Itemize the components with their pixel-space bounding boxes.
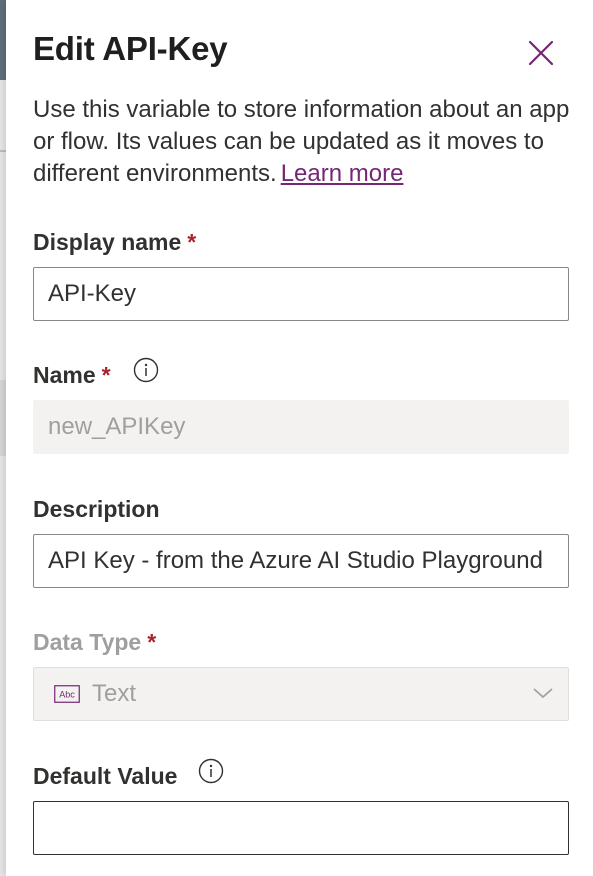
required-indicator: * xyxy=(147,629,157,655)
description-input[interactable] xyxy=(48,547,554,575)
display-name-label-text: Display name xyxy=(33,229,182,255)
default-value-input[interactable] xyxy=(48,814,554,842)
name-label: Name * xyxy=(33,362,111,389)
data-type-value: Text xyxy=(92,680,137,707)
data-type-label: Data Type * xyxy=(33,629,156,656)
default-value-label: Default Value xyxy=(33,763,177,790)
name-info-button[interactable] xyxy=(133,357,159,383)
data-type-label-text: Data Type xyxy=(33,629,142,655)
learn-more-link[interactable]: Learn more xyxy=(281,160,404,187)
description-label: Description xyxy=(33,496,160,523)
name-value: new_APIKey xyxy=(48,413,186,440)
required-indicator: * xyxy=(187,229,197,255)
info-icon xyxy=(133,357,159,383)
description-field[interactable] xyxy=(33,534,569,588)
svg-text:Abc: Abc xyxy=(59,690,75,700)
display-name-field[interactable] xyxy=(33,267,569,321)
edit-variable-panel: Edit API-Key Use this variable to store … xyxy=(6,0,593,876)
required-indicator: * xyxy=(101,362,111,388)
info-icon xyxy=(198,758,224,784)
default-value-field[interactable] xyxy=(33,801,569,855)
panel-description: Use this variable to store information a… xyxy=(33,94,578,190)
default-value-label-text: Default Value xyxy=(33,763,178,789)
name-label-text: Name xyxy=(33,362,96,388)
display-name-input[interactable] xyxy=(48,280,554,308)
panel-title: Edit API-Key xyxy=(33,30,228,67)
close-button[interactable] xyxy=(524,36,558,70)
close-icon xyxy=(528,40,554,66)
description-label-text: Description xyxy=(33,496,160,522)
default-value-info-button[interactable] xyxy=(198,758,224,784)
chevron-down-icon xyxy=(533,688,553,699)
name-field: new_APIKey xyxy=(33,400,569,454)
display-name-label: Display name * xyxy=(33,229,196,256)
abc-text-icon: Abc xyxy=(54,685,80,703)
data-type-select: Abc Text xyxy=(33,667,569,721)
